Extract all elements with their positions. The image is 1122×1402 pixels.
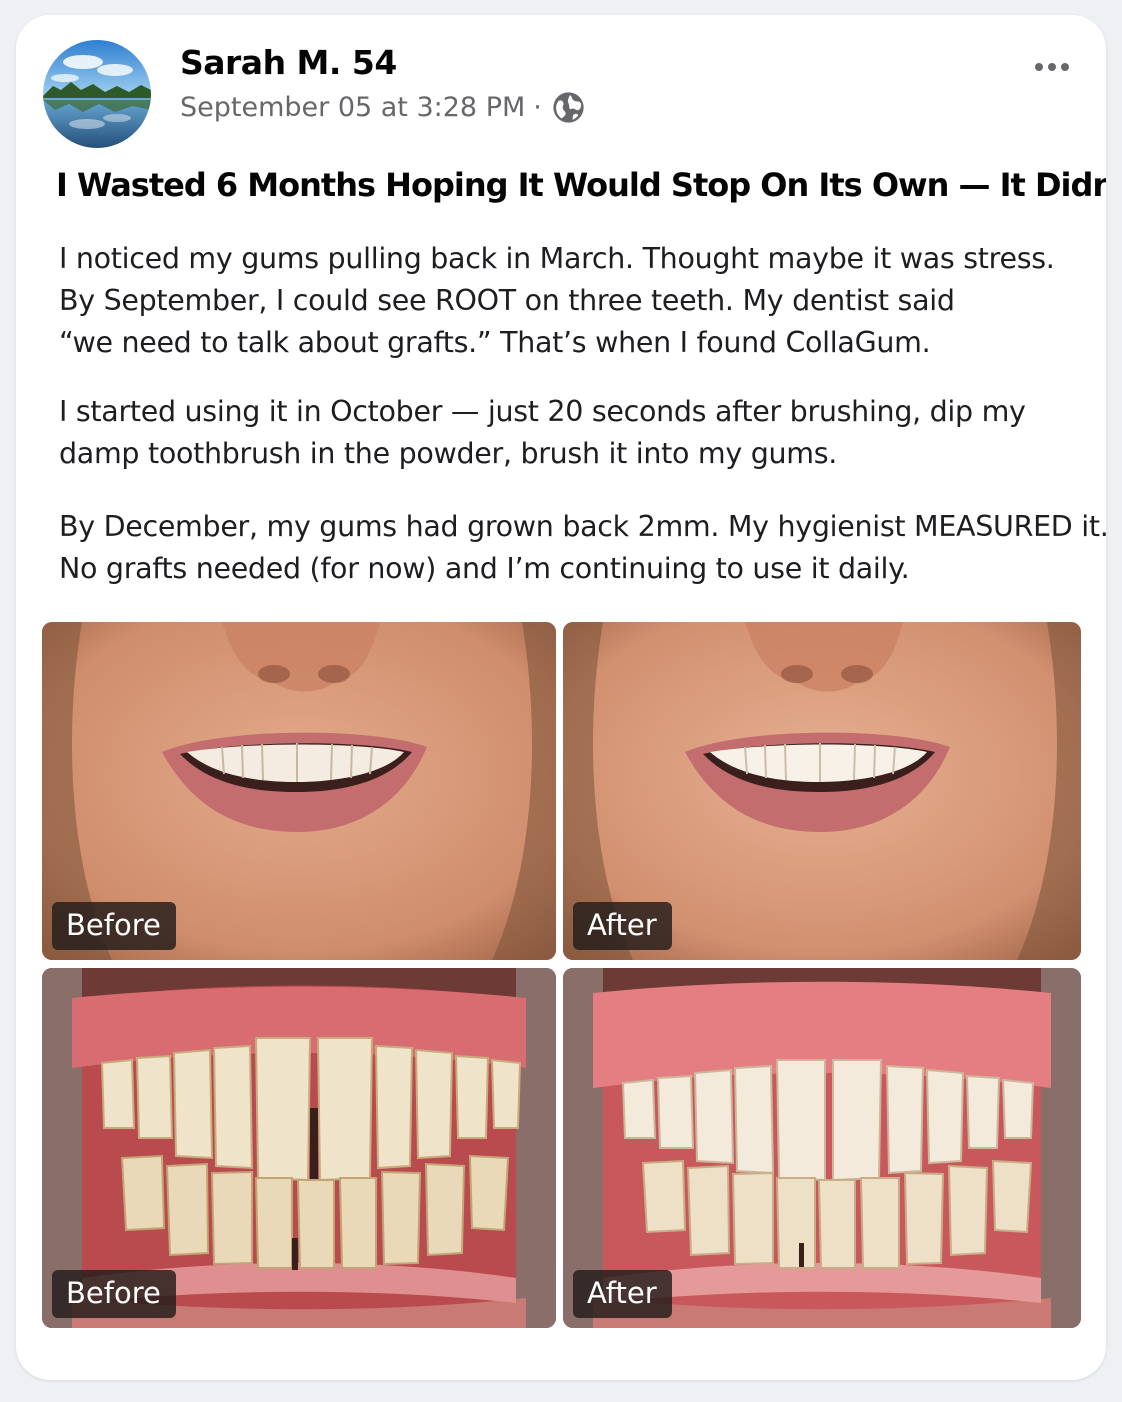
- paragraph-line: I noticed my gums pulling back in March.…: [59, 242, 1055, 275]
- post-meta: September 05 at 3:28 PM ·: [180, 91, 585, 124]
- after-teeth-closeup-photo[interactable]: After: [563, 968, 1081, 1328]
- paragraph-line: No grafts needed (for now) and I’m conti…: [59, 552, 910, 585]
- photo-label: Before: [52, 902, 176, 950]
- post-paragraph-2: I started using it in October — just 20 …: [59, 391, 1099, 475]
- paragraph-line: “we need to talk about grafts.” That’s w…: [59, 326, 931, 359]
- post-headline: I Wasted 6 Months Hoping It Would Stop O…: [56, 166, 1106, 204]
- globe-icon[interactable]: [552, 91, 585, 124]
- photo-label: Before: [52, 1270, 176, 1318]
- after-smile-photo[interactable]: After: [563, 622, 1081, 960]
- post-paragraph-1: I noticed my gums pulling back in March.…: [59, 238, 1099, 364]
- avatar[interactable]: [43, 40, 151, 148]
- before-smile-photo[interactable]: Before: [42, 622, 556, 960]
- photo-label: After: [573, 1270, 672, 1318]
- more-options-button[interactable]: [1032, 55, 1072, 79]
- paragraph-line: damp toothbrush in the powder, brush it …: [59, 437, 838, 470]
- meta-separator: ·: [533, 92, 542, 123]
- before-teeth-closeup-photo[interactable]: Before: [42, 968, 556, 1328]
- post-paragraph-3: By December, my gums had grown back 2mm.…: [59, 506, 1106, 590]
- author-name[interactable]: Sarah M. 54: [180, 43, 397, 82]
- paragraph-line: I started using it in October — just 20 …: [59, 395, 1026, 428]
- more-dots-icon: [1035, 63, 1043, 71]
- post-card: Sarah M. 54 September 05 at 3:28 PM · I …: [16, 15, 1106, 1380]
- paragraph-line: By December, my gums had grown back 2mm.…: [59, 510, 1106, 543]
- paragraph-line: By September, I could see ROOT on three …: [59, 284, 955, 317]
- photo-label: After: [573, 902, 672, 950]
- avatar-landscape-image: [43, 40, 151, 148]
- post-timestamp[interactable]: September 05 at 3:28 PM: [180, 92, 525, 123]
